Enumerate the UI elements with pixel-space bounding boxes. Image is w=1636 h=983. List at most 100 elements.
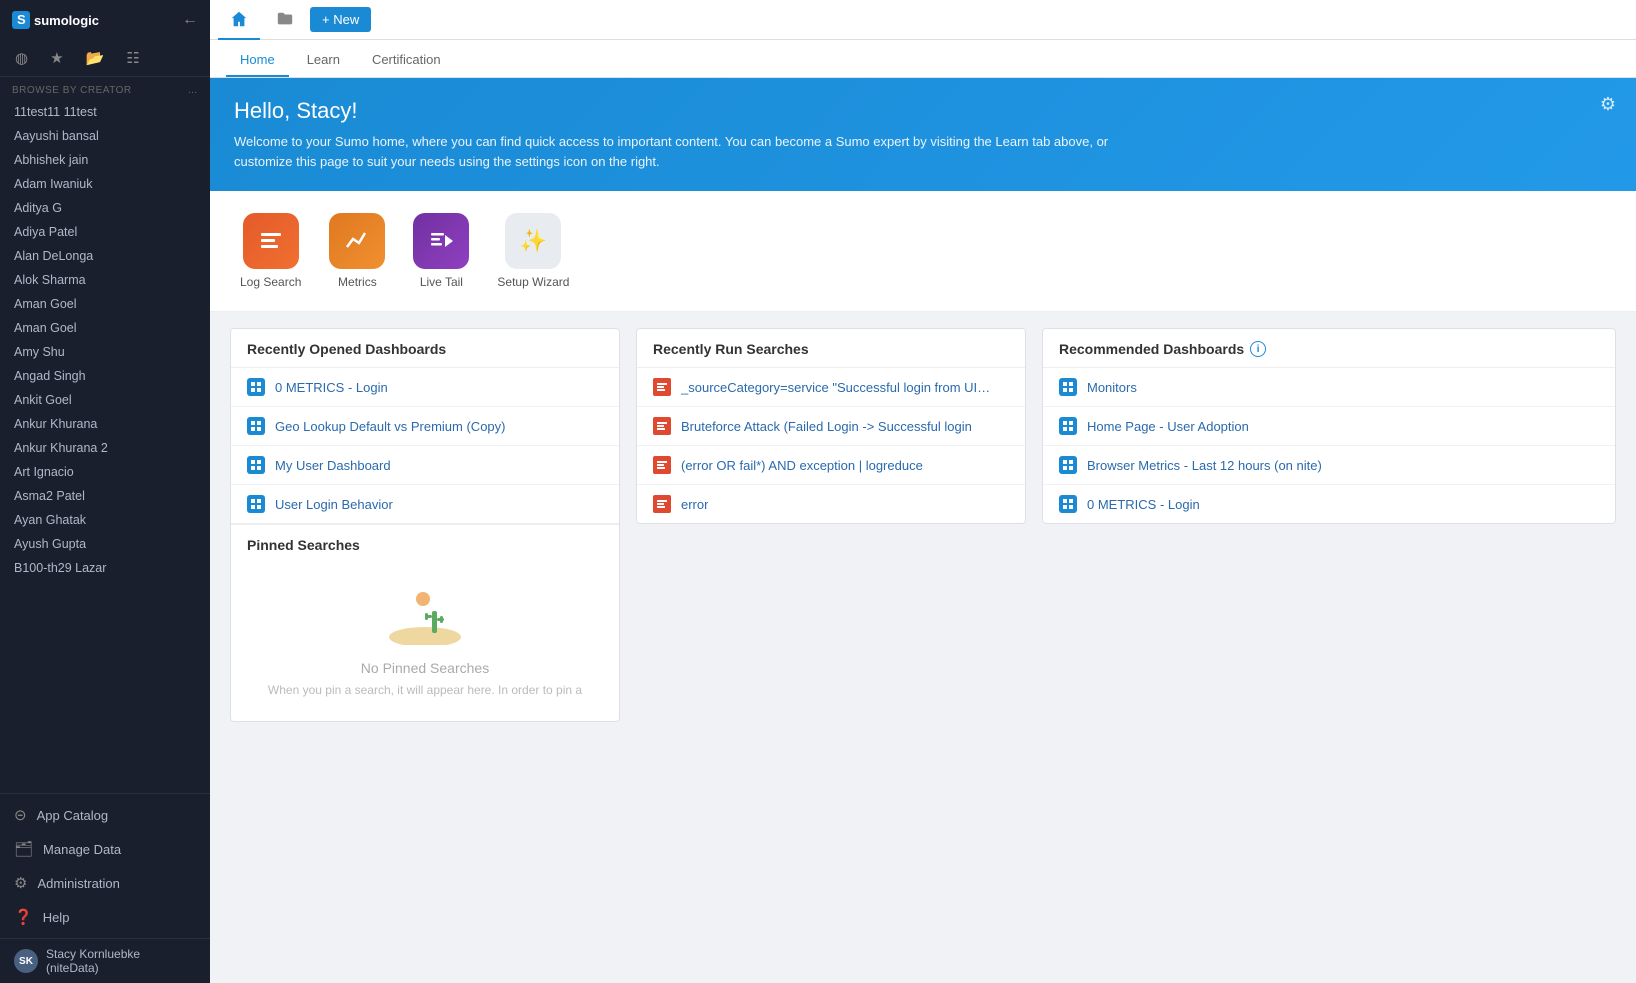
help-icon: ❓ [14,908,33,926]
database-icon: 🗂 [14,840,33,858]
sidebar-user-item[interactable]: Adiya Patel [0,220,210,244]
settings-gear-icon[interactable]: ⚙ [1600,94,1616,115]
list-item[interactable]: Browser Metrics - Last 12 hours (on nite… [1043,446,1615,485]
sidebar-user-item[interactable]: Aman Goel [0,316,210,340]
sidebar-item-manage-data[interactable]: 🗂 Manage Data [0,832,210,866]
search-icon [653,417,671,435]
topnav-folder[interactable] [264,0,306,40]
sidebar-user-item[interactable]: Asma2 Patel [0,484,210,508]
sidebar-item-administration[interactable]: ⚙ Administration [0,866,210,900]
list-item[interactable]: 0 METRICS - Login [1043,485,1615,523]
quick-setup-wizard[interactable]: ✨ Setup Wizard [487,207,579,295]
sidebar-user-item[interactable]: Aman Goel [0,292,210,316]
favorite-icon[interactable]: ★ [47,46,66,70]
svg-text:S: S [17,12,26,27]
welcome-banner: Hello, Stacy! Welcome to your Sumo home,… [210,78,1636,191]
sidebar-user-item[interactable]: Angad Singh [0,364,210,388]
content-tabs: Home Learn Certification [210,40,1636,78]
sidebar-item-app-catalog-label: App Catalog [37,808,109,823]
sidebar-user-item[interactable]: Ankur Khurana 2 [0,436,210,460]
list-item[interactable]: error [637,485,1025,523]
recently-run-panel: Recently Run Searches _sourceCategory=se… [636,328,1026,524]
sidebar-user-item[interactable]: Ayan Ghatak [0,508,210,532]
log-search-icon [243,213,299,269]
list-item[interactable]: Geo Lookup Default vs Premium (Copy) [231,407,619,446]
live-tail-label: Live Tail [420,275,463,289]
recently-run-header: Recently Run Searches [637,329,1025,368]
sidebar-item-app-catalog[interactable]: ⊝ App Catalog [0,798,210,832]
browse-options-icon[interactable]: … [188,85,199,96]
no-pinned-text: No Pinned Searches [361,660,489,676]
list-item[interactable]: (error OR fail*) AND exception | logredu… [637,446,1025,485]
dashboard-icon [247,378,265,396]
grid-icon: ⊝ [14,806,27,824]
recently-run-list: _sourceCategory=service "Successful logi… [637,368,1025,523]
dashboard-icon [1059,456,1077,474]
no-pinned-container: No Pinned Searches When you pin a search… [247,565,603,711]
sidebar-user-item[interactable]: B100-th29 Lazar [0,556,210,580]
recently-run-title: Recently Run Searches [653,341,809,357]
sidebar-user-item[interactable]: Art Ignacio [0,460,210,484]
list-item[interactable]: _sourceCategory=service "Successful logi… [637,368,1025,407]
live-tail-icon [413,213,469,269]
sidebar-user-item[interactable]: Ankit Goel [0,388,210,412]
sidebar-user-item[interactable]: Ayush Gupta [0,532,210,556]
sidebar-toolbar: ◍ ★ 📂 ☷ [0,40,210,77]
center-column: Recently Run Searches _sourceCategory=se… [636,328,1026,524]
tab-certification[interactable]: Certification [358,44,455,77]
sidebar: S sumologic ← ◍ ★ 📂 ☷ BROWSE BY CREATOR … [0,0,210,983]
dashboard-icon [1059,378,1077,396]
pinned-searches-title: Pinned Searches [247,537,603,553]
sidebar-user-profile[interactable]: SK Stacy Kornluebke (niteData) [0,938,210,983]
list-item[interactable]: My User Dashboard [231,446,619,485]
recent-icon[interactable]: ◍ [12,46,31,70]
personal-icon[interactable]: 📂 [83,46,108,70]
tab-learn[interactable]: Learn [293,44,354,77]
sidebar-item-administration-label: Administration [37,876,119,891]
sidebar-user-item[interactable]: Amy Shu [0,340,210,364]
new-button[interactable]: + New [310,7,371,32]
sidebar-user-item[interactable]: Abhishek jain [0,148,210,172]
sidebar-user-item[interactable]: Adam Iwaniuk [0,172,210,196]
library-icon[interactable]: ☷ [123,46,142,70]
recommended-panel: Recommended Dashboards i Monitors [1042,328,1616,524]
quick-live-tail[interactable]: Live Tail [403,207,479,295]
sidebar-user-item[interactable]: Alan DeLonga [0,244,210,268]
sidebar-user-item[interactable]: Ankur Khurana [0,412,210,436]
sidebar-user-item[interactable]: Aditya G [0,196,210,220]
metrics-icon [329,213,385,269]
topnav-home[interactable] [218,0,260,40]
home-icon [230,10,248,28]
search-icon [653,378,671,396]
svg-text:sumologic: sumologic [34,13,99,28]
quick-metrics[interactable]: Metrics [319,207,395,295]
recently-opened-header: Recently Opened Dashboards [231,329,619,368]
sidebar-bottom: ⊝ App Catalog 🗂 Manage Data ⚙ Administra… [0,793,210,938]
setup-wizard-label: Setup Wizard [497,275,569,289]
tab-home[interactable]: Home [226,44,289,77]
welcome-greeting: Hello, Stacy! [234,98,1612,124]
desert-illustration [385,585,465,648]
right-column: Recommended Dashboards i Monitors [1042,328,1616,524]
dashboard-icon [247,417,265,435]
panels-combined: Recently Opened Dashboards 0 METRICS - L… [210,312,1636,722]
search-icon [653,456,671,474]
sidebar-user-item[interactable]: 11test11 11test [0,100,210,124]
recently-opened-title: Recently Opened Dashboards [247,341,446,357]
topnav: + New [210,0,1636,40]
pinned-searches-section: Pinned Searches [231,524,619,721]
sidebar-user-item[interactable]: Aayushi bansal [0,124,210,148]
list-item[interactable]: Home Page - User Adoption [1043,407,1615,446]
recommended-info-icon[interactable]: i [1250,341,1266,357]
recommended-header: Recommended Dashboards i [1043,329,1615,368]
quick-log-search[interactable]: Log Search [230,207,311,295]
sidebar-item-help[interactable]: ❓ Help [0,900,210,934]
list-item[interactable]: Monitors [1043,368,1615,407]
setup-wizard-icon: ✨ [505,213,561,269]
folder-icon [276,10,294,28]
sidebar-user-item[interactable]: Alok Sharma [0,268,210,292]
list-item[interactable]: 0 METRICS - Login [231,368,619,407]
list-item[interactable]: Bruteforce Attack (Failed Login -> Succe… [637,407,1025,446]
sidebar-back-button[interactable]: ← [182,11,198,29]
list-item[interactable]: User Login Behavior [231,485,619,523]
